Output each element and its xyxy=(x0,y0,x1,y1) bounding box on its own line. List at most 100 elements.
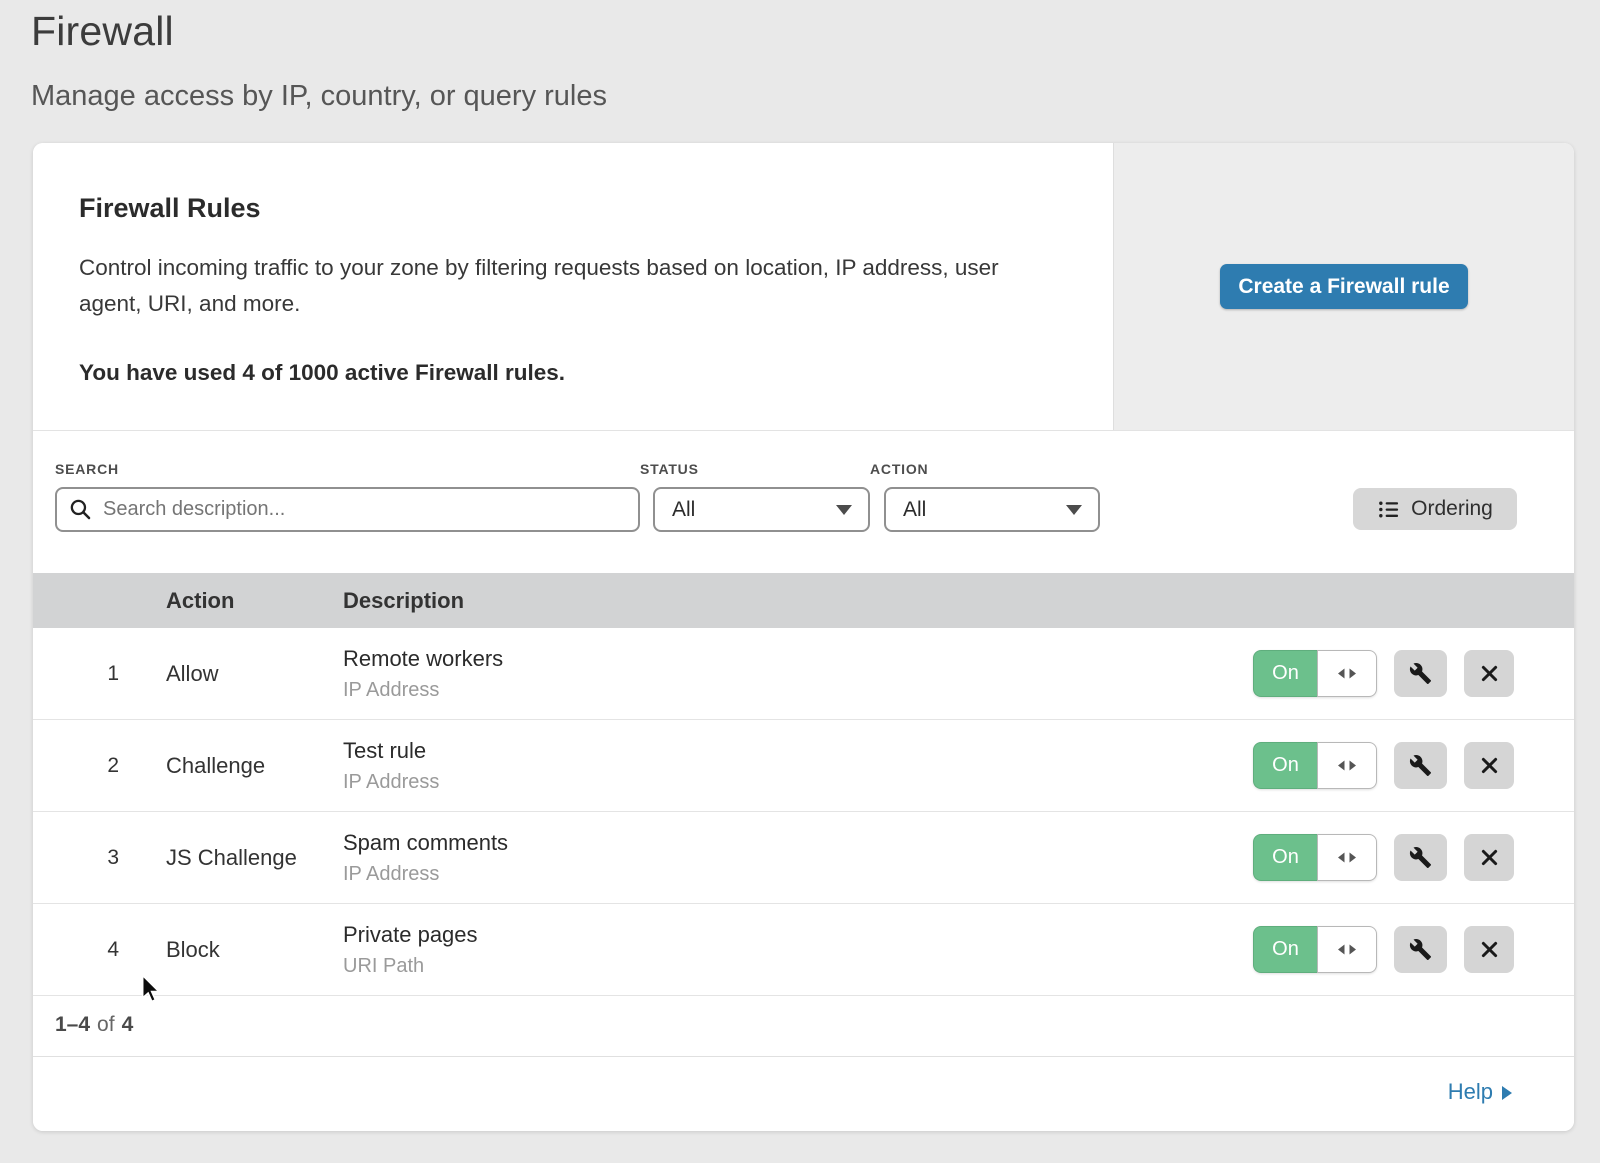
create-rule-panel: Create a Firewall rule xyxy=(1113,143,1574,430)
pagination-of: of xyxy=(97,1013,115,1036)
left-right-arrows-icon xyxy=(1336,851,1358,864)
toggle-drag-handle[interactable] xyxy=(1317,742,1377,789)
rule-description-cell: Test rule IP Address xyxy=(343,738,1253,794)
usage-note: You have used 4 of 1000 active Firewall … xyxy=(79,360,1053,386)
rule-action: Block xyxy=(166,937,343,963)
search-label: SEARCH xyxy=(55,461,640,477)
left-right-arrows-icon xyxy=(1336,943,1358,956)
rule-description: Remote workers xyxy=(343,646,1253,672)
overview-section: Firewall Rules Control incoming traffic … xyxy=(33,143,1574,431)
rule-controls: On xyxy=(1253,742,1574,789)
toggle-drag-handle[interactable] xyxy=(1317,834,1377,881)
delete-rule-button[interactable] xyxy=(1464,650,1514,697)
rule-description: Spam comments xyxy=(343,830,1253,856)
delete-rule-button[interactable] xyxy=(1464,834,1514,881)
rule-enabled-toggle[interactable]: On xyxy=(1253,926,1377,973)
rule-enabled-toggle[interactable]: On xyxy=(1253,742,1377,789)
rule-enabled-toggle[interactable]: On xyxy=(1253,834,1377,881)
filters-bar: SEARCH STATUS All ACTION All xyxy=(33,431,1574,573)
edit-rule-button[interactable] xyxy=(1394,742,1447,789)
search-filter-group: SEARCH xyxy=(55,461,640,532)
close-icon xyxy=(1479,939,1500,960)
table-row: 2 Challenge Test rule IP Address On xyxy=(33,720,1574,812)
page-title: Firewall xyxy=(31,8,174,55)
toggle-on-label: On xyxy=(1253,650,1317,697)
overview-text-panel: Firewall Rules Control incoming traffic … xyxy=(33,143,1113,430)
table-header: Action Description xyxy=(33,573,1574,628)
search-icon xyxy=(68,497,93,527)
rule-controls: On xyxy=(1253,834,1574,881)
rule-description: Test rule xyxy=(343,738,1253,764)
pagination: 1–4 of 4 xyxy=(33,996,1574,1057)
rule-priority: 4 xyxy=(33,938,166,962)
table-row: 1 Allow Remote workers IP Address On xyxy=(33,628,1574,720)
action-selected-value: All xyxy=(903,498,926,522)
ordering-button[interactable]: Ordering xyxy=(1353,488,1517,530)
action-label: ACTION xyxy=(870,461,1100,477)
rule-priority: 3 xyxy=(33,846,166,870)
pagination-range: 1–4 xyxy=(55,1013,90,1036)
delete-rule-button[interactable] xyxy=(1464,742,1514,789)
search-input[interactable] xyxy=(55,487,640,532)
rule-description-cell: Spam comments IP Address xyxy=(343,830,1253,886)
rule-controls: On xyxy=(1253,926,1574,973)
firewall-page: { "page": { "title": "Firewall", "subtit… xyxy=(0,0,1600,1163)
chevron-down-icon xyxy=(836,505,852,515)
toggle-on-label: On xyxy=(1253,742,1317,789)
edit-rule-button[interactable] xyxy=(1394,926,1447,973)
close-icon xyxy=(1479,663,1500,684)
wrench-icon xyxy=(1409,846,1432,869)
rule-enabled-toggle[interactable]: On xyxy=(1253,650,1377,697)
help-arrow-icon xyxy=(1502,1086,1512,1100)
action-select[interactable]: All xyxy=(884,487,1100,532)
pagination-total: 4 xyxy=(122,1013,134,1036)
rule-match-field: URI Path xyxy=(343,955,1253,978)
delete-rule-button[interactable] xyxy=(1464,926,1514,973)
left-right-arrows-icon xyxy=(1336,667,1358,680)
wrench-icon xyxy=(1409,662,1432,685)
close-icon xyxy=(1479,755,1500,776)
rule-priority: 1 xyxy=(33,662,166,686)
rule-match-field: IP Address xyxy=(343,771,1253,794)
rule-description-cell: Remote workers IP Address xyxy=(343,646,1253,702)
description-column-header: Description xyxy=(343,588,1253,614)
rule-description-cell: Private pages URI Path xyxy=(343,922,1253,978)
chevron-down-icon xyxy=(1066,505,1082,515)
rule-description: Private pages xyxy=(343,922,1253,948)
ordering-button-label: Ordering xyxy=(1411,497,1493,521)
overview-description: Control incoming traffic to your zone by… xyxy=(79,250,1029,322)
rule-priority: 2 xyxy=(33,754,166,778)
toggle-on-label: On xyxy=(1253,926,1317,973)
status-selected-value: All xyxy=(672,498,695,522)
help-link-label: Help xyxy=(1448,1079,1493,1105)
wrench-icon xyxy=(1409,938,1432,961)
wrench-icon xyxy=(1409,754,1432,777)
create-firewall-rule-button[interactable]: Create a Firewall rule xyxy=(1220,264,1468,309)
overview-heading: Firewall Rules xyxy=(79,193,1053,224)
toggle-on-label: On xyxy=(1253,834,1317,881)
edit-rule-button[interactable] xyxy=(1394,834,1447,881)
rule-action: Allow xyxy=(166,661,343,687)
edit-rule-button[interactable] xyxy=(1394,650,1447,697)
page-subtitle: Manage access by IP, country, or query r… xyxy=(31,80,607,113)
help-row: Help xyxy=(33,1057,1574,1131)
status-select[interactable]: All xyxy=(653,487,870,532)
rule-action: JS Challenge xyxy=(166,845,343,871)
toggle-drag-handle[interactable] xyxy=(1317,926,1377,973)
toggle-drag-handle[interactable] xyxy=(1317,650,1377,697)
help-link[interactable]: Help xyxy=(1448,1079,1512,1105)
left-right-arrows-icon xyxy=(1336,759,1358,772)
action-filter-group: ACTION All xyxy=(870,461,1100,532)
action-column-header: Action xyxy=(166,588,343,614)
list-icon xyxy=(1377,498,1400,521)
table-row: 3 JS Challenge Spam comments IP Address … xyxy=(33,812,1574,904)
table-row: 4 Block Private pages URI Path On xyxy=(33,904,1574,996)
search-field-wrap xyxy=(55,487,640,532)
rule-match-field: IP Address xyxy=(343,679,1253,702)
rule-controls: On xyxy=(1253,650,1574,697)
rule-match-field: IP Address xyxy=(343,863,1253,886)
rule-action: Challenge xyxy=(166,753,343,779)
status-filter-group: STATUS All xyxy=(640,461,870,532)
close-icon xyxy=(1479,847,1500,868)
firewall-rules-card: Firewall Rules Control incoming traffic … xyxy=(33,143,1574,1131)
